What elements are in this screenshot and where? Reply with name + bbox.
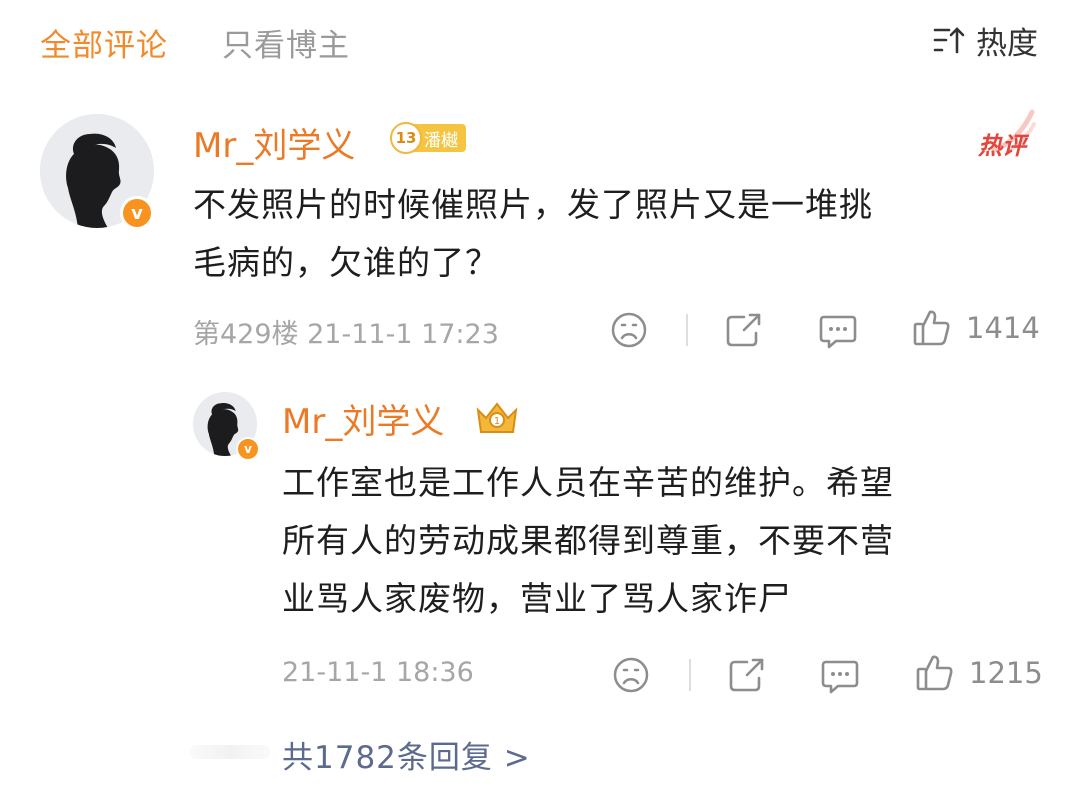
divider <box>686 314 688 346</box>
reply-text-line: 所有人的劳动成果都得到尊重，不要不营 <box>282 521 894 560</box>
share-icon[interactable] <box>727 656 767 694</box>
comment-floor-time: 第429楼 21-11-1 17:23 <box>193 319 499 350</box>
reply-author[interactable]: Mr_刘学义 <box>282 394 444 443</box>
sort-label: 热度 <box>976 25 1038 62</box>
comment-icon[interactable] <box>820 657 860 695</box>
like-button[interactable]: 1414 <box>912 308 1040 348</box>
tab-all-comments[interactable]: 全部评论 <box>40 20 168 65</box>
comment-author[interactable]: Mr_刘学义 <box>193 118 355 167</box>
like-button[interactable]: 1215 <box>915 653 1043 693</box>
verified-badge: v <box>236 437 260 461</box>
sort-icon <box>933 27 965 54</box>
more-replies-link[interactable]: 共1782条回复 > <box>282 732 531 777</box>
tab-host-only[interactable]: 只看博主 <box>222 20 350 65</box>
reply-text: 工作室也是工作人员在辛苦的维护。希望 所有人的劳动成果都得到尊重，不要不营 业骂… <box>282 454 894 628</box>
comment-text-line: 不发照片的时候催照片，发了照片又是一堆挑 <box>193 185 873 224</box>
reply-text-line: 业骂人家废物，营业了骂人家诈尸 <box>282 579 792 618</box>
thumbs-up-icon <box>916 655 953 691</box>
divider <box>689 659 691 691</box>
crown-badge-icon: 1 <box>476 402 518 433</box>
comment-tabs: 全部评论 只看博主 热度 <box>0 0 1080 80</box>
comment-text-line: 毛病的，欠谁的了？ <box>193 243 499 282</box>
faded-placeholder <box>190 745 270 759</box>
dislike-face-icon[interactable] <box>610 311 648 349</box>
like-count: 1414 <box>966 311 1040 345</box>
thumbs-up-icon <box>913 310 950 346</box>
share-icon[interactable] <box>724 311 764 349</box>
svg-text:1: 1 <box>494 416 500 427</box>
level-number: 13 <box>390 122 422 154</box>
comment-icon[interactable] <box>818 312 858 350</box>
like-count: 1215 <box>969 656 1043 690</box>
reply-time: 21-11-1 18:36 <box>282 657 474 688</box>
sort-by-hot-button[interactable]: 热度 <box>932 20 1038 62</box>
dislike-face-icon[interactable] <box>612 656 650 694</box>
comment-text: 不发照片的时候催照片，发了照片又是一堆挑 毛病的，欠谁的了？ <box>193 176 873 292</box>
verified-badge: v <box>120 196 154 230</box>
reply-text-line: 工作室也是工作人员在辛苦的维护。希望 <box>282 463 894 502</box>
hot-comment-tag: 热评 <box>978 132 1026 160</box>
level-badge: 13 潘樾 <box>390 122 466 154</box>
